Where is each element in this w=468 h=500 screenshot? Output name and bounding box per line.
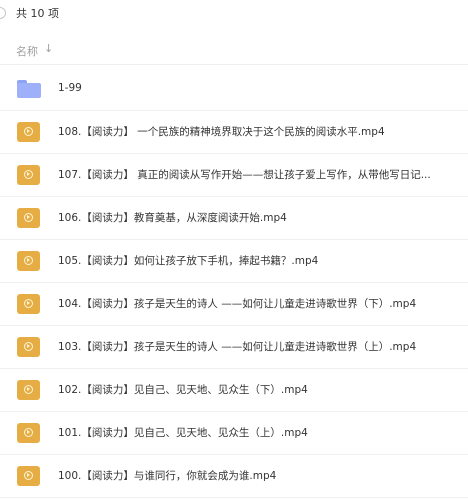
item-name[interactable]: 107.【阅读力】 真正的阅读从写作开始——想让孩子爱上写作，从带他写日记... (58, 167, 431, 182)
video-file-icon (17, 466, 40, 486)
list-item[interactable]: 103.【阅读力】孩子是天生的诗人 ——如何让儿童走进诗歌世界（上）.mp4 (0, 326, 468, 369)
list-item[interactable]: 101.【阅读力】见自己、见天地、见众生（上）.mp4 (0, 412, 468, 455)
item-name[interactable]: 101.【阅读力】见自己、见天地、见众生（上）.mp4 (58, 425, 308, 440)
item-name[interactable]: 102.【阅读力】见自己、见天地、见众生（下）.mp4 (58, 382, 308, 397)
list-item[interactable]: 107.【阅读力】 真正的阅读从写作开始——想让孩子爱上写作，从带他写日记... (0, 154, 468, 197)
name-column-header[interactable]: 名称 (16, 43, 38, 59)
file-list: 1-99 108.【阅读力】 一个民族的精神境界取决于这个民族的阅读水平.mp4… (0, 64, 468, 498)
video-file-icon (17, 122, 40, 142)
list-item[interactable]: 104.【阅读力】孩子是天生的诗人 ——如何让儿童走进诗歌世界（下）.mp4 (0, 283, 468, 326)
list-item[interactable]: 1-99 (0, 64, 468, 111)
video-file-icon (17, 251, 40, 271)
video-file-icon (17, 208, 40, 228)
item-name[interactable]: 100.【阅读力】与谁同行，你就会成为谁.mp4 (58, 468, 276, 483)
list-item[interactable]: 108.【阅读力】 一个民族的精神境界取决于这个民族的阅读水平.mp4 (0, 111, 468, 154)
sort-down-arrow-icon[interactable]: ↓ (44, 42, 53, 55)
item-name[interactable]: 108.【阅读力】 一个民族的精神境界取决于这个民族的阅读水平.mp4 (58, 124, 385, 139)
video-file-icon (17, 294, 40, 314)
toolbar: 共 10 项 (0, 0, 468, 28)
item-count-label: 共 10 项 (16, 7, 59, 20)
list-item[interactable]: 102.【阅读力】见自己、见天地、见众生（下）.mp4 (0, 369, 468, 412)
video-file-icon (17, 337, 40, 357)
list-item[interactable]: 106.【阅读力】教育奠基，从深度阅读开始.mp4 (0, 197, 468, 240)
video-file-icon (17, 380, 40, 400)
folder-icon (17, 80, 41, 98)
video-file-icon (17, 423, 40, 443)
item-name[interactable]: 103.【阅读力】孩子是天生的诗人 ——如何让儿童走进诗歌世界（上）.mp4 (58, 339, 416, 354)
video-file-icon (17, 165, 40, 185)
item-name[interactable]: 106.【阅读力】教育奠基，从深度阅读开始.mp4 (58, 210, 287, 225)
item-name[interactable]: 104.【阅读力】孩子是天生的诗人 ——如何让儿童走进诗歌世界（下）.mp4 (58, 296, 416, 311)
select-all-checkbox[interactable] (0, 7, 6, 19)
item-name[interactable]: 1-99 (58, 82, 82, 94)
list-item[interactable]: 100.【阅读力】与谁同行，你就会成为谁.mp4 (0, 455, 468, 498)
column-header: 名称 ↓ (0, 38, 468, 65)
item-name[interactable]: 105.【阅读力】如何让孩子放下手机，捧起书籍？.mp4 (58, 253, 318, 268)
list-item[interactable]: 105.【阅读力】如何让孩子放下手机，捧起书籍？.mp4 (0, 240, 468, 283)
